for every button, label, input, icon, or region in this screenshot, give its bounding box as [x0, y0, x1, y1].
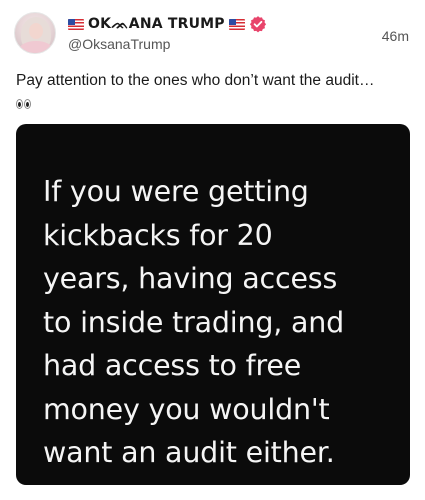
us-flag-icon: [68, 18, 84, 30]
eyes-emoji: [16, 94, 32, 116]
post-text: Pay attention to the ones who don’t want…: [16, 72, 375, 89]
author-display-name[interactable]: OKᨏANA TRUMP: [88, 16, 225, 32]
avatar-face: [29, 23, 43, 39]
post-header: OKᨏANA TRUMP @OksanaTrump 46m: [14, 12, 411, 56]
post-media-image[interactable]: If you were getting kickbacks for 20 yea…: [16, 124, 410, 485]
author-avatar[interactable]: [14, 12, 56, 54]
post-body: Pay attention to the ones who don’t want…: [16, 70, 411, 116]
left-eye-icon: [16, 99, 23, 109]
author-name-row[interactable]: OKᨏANA TRUMP: [68, 14, 267, 34]
author-handle[interactable]: @OksanaTrump: [68, 36, 170, 52]
verified-badge-icon: [249, 16, 266, 33]
post: OKᨏANA TRUMP @OksanaTrump 46m Pay attent…: [0, 0, 425, 500]
post-timestamp[interactable]: 46m: [382, 28, 409, 44]
right-eye-icon: [24, 99, 31, 109]
us-flag-icon: [228, 18, 245, 30]
media-text: If you were getting kickbacks for 20 yea…: [43, 175, 344, 469]
avatar-shoulders: [19, 41, 53, 53]
